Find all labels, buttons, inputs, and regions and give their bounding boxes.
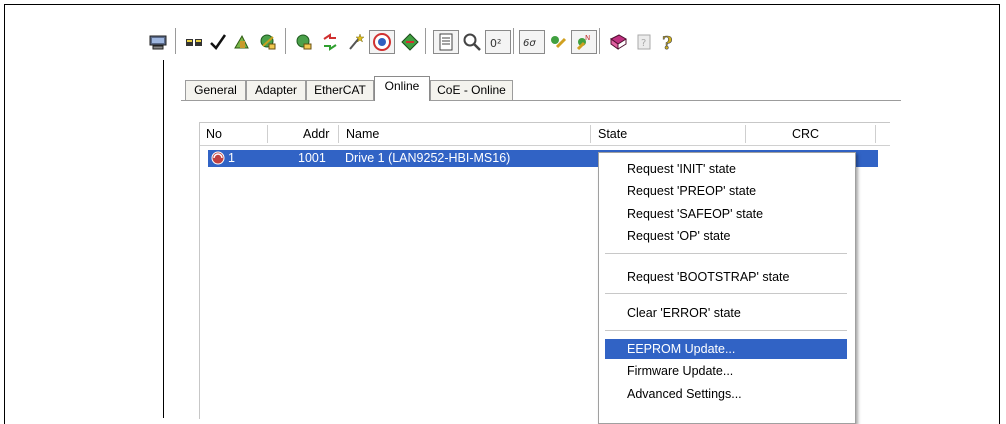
tab-online[interactable]: Online <box>374 76 430 101</box>
devices-icon[interactable] <box>181 30 207 54</box>
column-header-no[interactable]: No <box>206 123 222 145</box>
menu-separator <box>605 330 847 331</box>
computer-icon[interactable] <box>145 30 171 54</box>
menu-item-request-op[interactable]: Request 'OP' state <box>605 226 847 246</box>
svg-text:?: ? <box>662 33 673 53</box>
svg-text:6σ: 6σ <box>523 38 536 49</box>
search-devices-icon[interactable] <box>291 30 317 54</box>
document-icon[interactable] <box>433 30 459 54</box>
menu-item-request-preop[interactable]: Request 'PREOP' state <box>605 181 847 201</box>
book-icon[interactable] <box>605 30 631 54</box>
wizard-icon[interactable] <box>343 30 369 54</box>
menu-item-advanced-settings[interactable]: Advanced Settings... <box>605 384 847 404</box>
svg-text:N: N <box>585 34 590 42</box>
network-scan-icon[interactable] <box>255 30 281 54</box>
config-icon[interactable] <box>545 30 571 54</box>
glasses-icon[interactable]: 6σ <box>519 30 545 54</box>
tab-coe-online[interactable]: CoE - Online <box>430 80 513 100</box>
variables-icon[interactable]: 0² <box>485 30 511 54</box>
axis-icon[interactable]: N <box>571 30 597 54</box>
menu-separator <box>605 293 847 294</box>
tree-divider <box>163 60 164 418</box>
menu-item-eeprom-update[interactable]: EEPROM Update... <box>605 339 847 359</box>
column-header-crc[interactable]: CRC <box>792 123 819 145</box>
column-header-addr[interactable]: Addr <box>303 123 329 145</box>
device-status-icon <box>210 150 226 167</box>
help-book-icon[interactable]: ? <box>631 30 657 54</box>
column-header-state[interactable]: State <box>598 123 627 145</box>
toolbar: 0² 6σ N ? ? <box>145 24 890 62</box>
svg-text:0²: 0² <box>490 37 501 50</box>
help-icon[interactable]: ? <box>655 30 681 54</box>
menu-item-clear-error[interactable]: Clear 'ERROR' state <box>605 303 847 323</box>
route-icon[interactable] <box>397 30 423 54</box>
row-no: 1 <box>228 151 235 165</box>
transfer-icon[interactable] <box>317 30 343 54</box>
tab-general[interactable]: General <box>185 80 246 100</box>
magnifier-icon[interactable] <box>459 30 485 54</box>
menu-item-request-safeop[interactable]: Request 'SAFEOP' state <box>605 204 847 224</box>
target-icon[interactable] <box>369 30 395 54</box>
menu-item-request-init[interactable]: Request 'INIT' state <box>605 159 847 179</box>
tab-ethercat[interactable]: EtherCAT <box>306 80 374 100</box>
menu-item-request-bootstrap[interactable]: Request 'BOOTSTRAP' state <box>605 267 847 287</box>
column-header-name[interactable]: Name <box>346 123 379 145</box>
row-name: Drive 1 (LAN9252-HBI-MS16) <box>345 151 511 165</box>
build-icon[interactable] <box>229 30 255 54</box>
tab-adapter[interactable]: Adapter <box>246 80 306 100</box>
check-icon[interactable] <box>205 30 231 54</box>
svg-text:?: ? <box>641 38 646 49</box>
menu-separator <box>605 253 847 254</box>
menu-item-firmware-update[interactable]: Firmware Update... <box>605 361 847 381</box>
list-header: No Addr Name State CRC <box>200 123 890 146</box>
row-addr: 1001 <box>298 151 326 165</box>
context-menu: Request 'INIT' state Request 'PREOP' sta… <box>598 152 856 424</box>
